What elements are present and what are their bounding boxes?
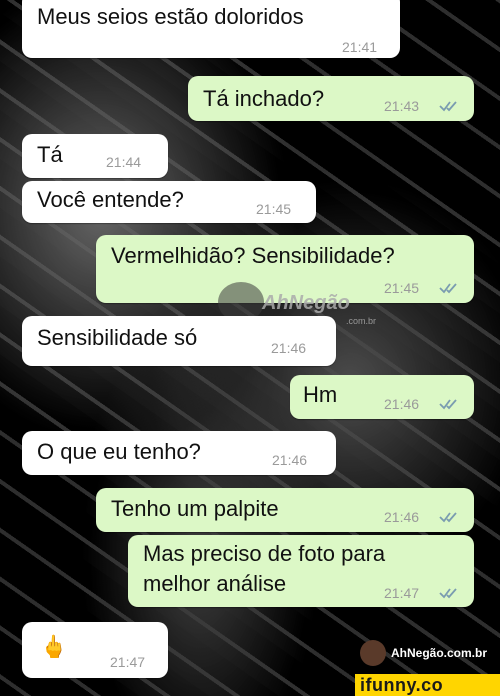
- message-text: Você entende?: [37, 187, 184, 212]
- outgoing-message[interactable]: Tá inchado? 21:43: [188, 76, 474, 121]
- message-time: 21:44: [106, 154, 142, 170]
- message-time: 21:47: [384, 585, 420, 601]
- message-text: Tá: [37, 142, 63, 167]
- message-time: 21:45: [256, 201, 292, 217]
- incoming-message[interactable]: O que eu tenho? 21:46: [22, 431, 336, 475]
- message-time: 21:46: [384, 509, 420, 525]
- message-time: 21:46: [271, 340, 307, 356]
- message-text: Tá inchado?: [203, 86, 325, 111]
- double-check-icon: [439, 512, 457, 523]
- message-time: 21:46: [272, 452, 308, 468]
- outgoing-message[interactable]: Mas preciso de foto para melhor análise …: [128, 535, 474, 607]
- double-check-icon: [439, 588, 457, 599]
- message-text: Sensibilidade só: [37, 325, 198, 350]
- message-text: Tenho um palpite: [111, 496, 279, 521]
- message-time: 21:43: [384, 98, 420, 114]
- watermark-brand: AhNegão: [262, 292, 350, 314]
- message-text: Meus seios estão doloridos: [37, 4, 304, 29]
- outgoing-message[interactable]: Tenho um palpite 21:46: [96, 488, 474, 532]
- watermark-bottom-site: AhNegão.com.br: [391, 646, 488, 660]
- incoming-message[interactable]: Meus seios estão doloridos 21:41: [22, 0, 400, 58]
- message-text: Hm: [303, 382, 338, 407]
- middle-finger-emoji: 🖕: [40, 634, 68, 659]
- incoming-message[interactable]: Você entende? 21:45: [22, 181, 316, 223]
- message-text-line2: melhor análise: [143, 571, 287, 596]
- outgoing-message[interactable]: Hm 21:46: [290, 375, 474, 419]
- message-text: Vermelhidão? Sensibilidade?: [111, 243, 395, 268]
- watermark-domain: .com.br: [346, 316, 377, 326]
- ahnegao-footer-logo: [360, 640, 386, 666]
- incoming-message[interactable]: Sensibilidade só 21:46: [22, 316, 336, 366]
- double-check-icon: [439, 283, 457, 294]
- double-check-icon: [439, 399, 457, 410]
- message-time: 21:47: [110, 654, 146, 670]
- message-text: O que eu tenho?: [37, 439, 201, 464]
- message-time: 21:45: [384, 280, 420, 296]
- incoming-message[interactable]: Tá 21:44: [22, 134, 168, 178]
- message-time: 21:41: [342, 39, 378, 55]
- ifunny-logo-text: ifunny.co: [360, 675, 444, 695]
- double-check-icon: [439, 101, 457, 112]
- message-time: 21:46: [384, 396, 420, 412]
- message-text-line1: Mas preciso de foto para: [143, 541, 386, 566]
- incoming-message[interactable]: 🖕 21:47: [22, 622, 168, 678]
